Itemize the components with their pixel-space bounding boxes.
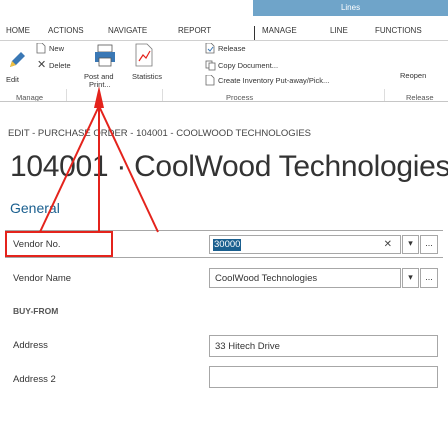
annotation-arrow xyxy=(39,86,159,233)
